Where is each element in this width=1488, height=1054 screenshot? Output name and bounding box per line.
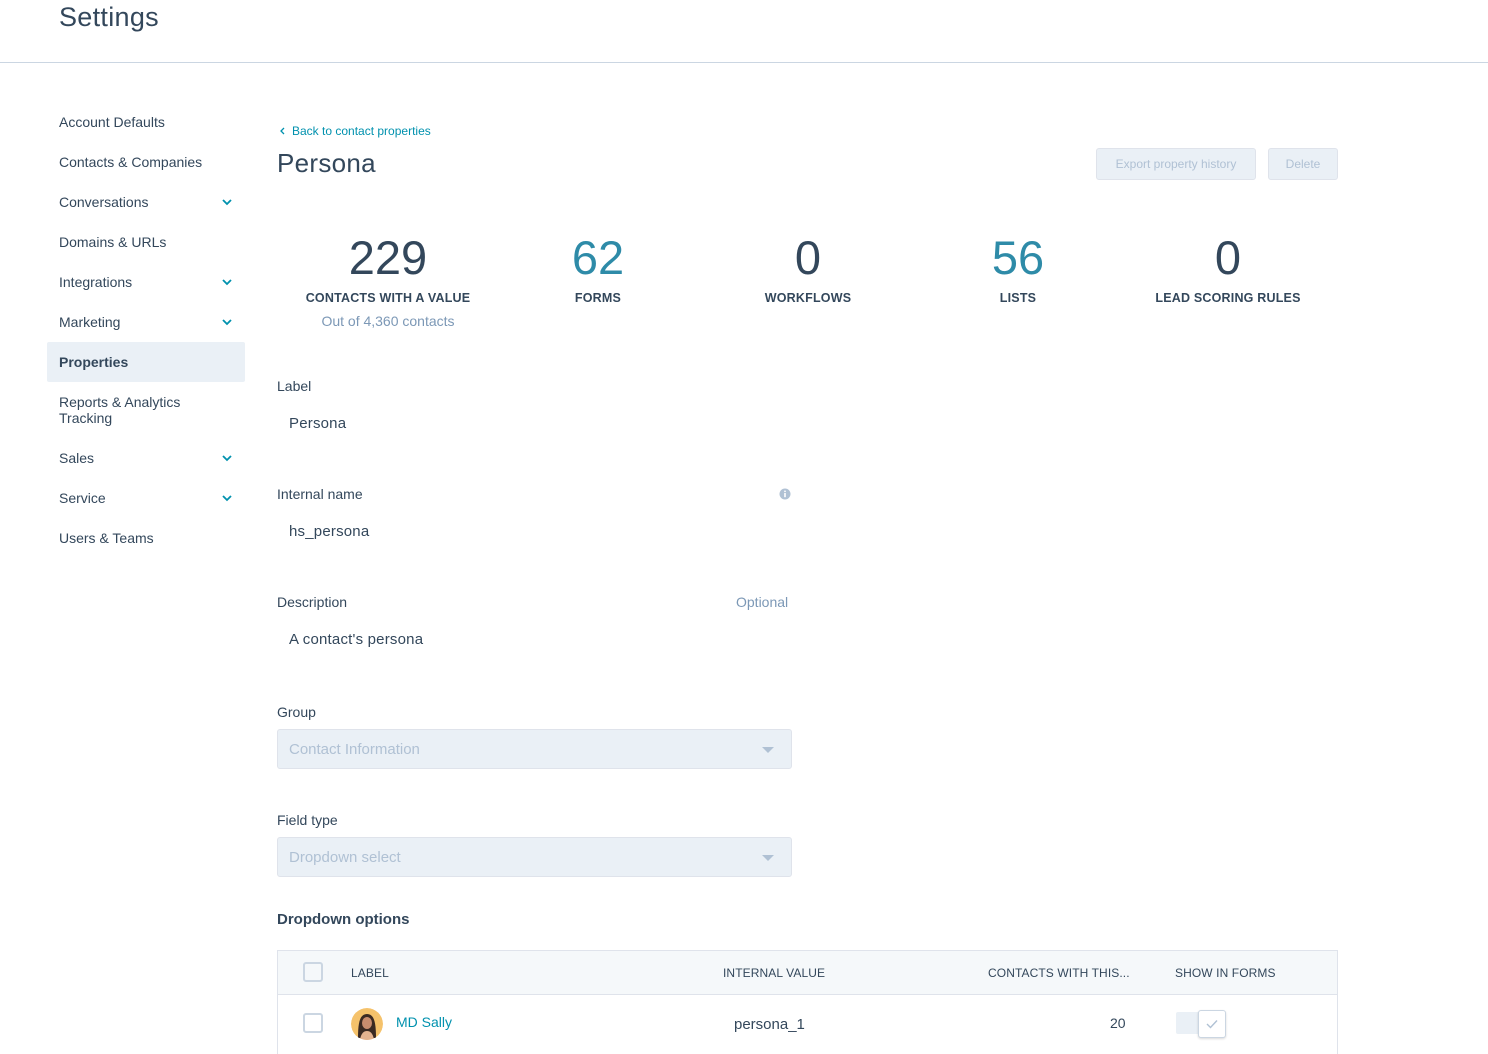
optional-hint: Optional xyxy=(736,594,789,610)
field-type-select-value: Dropdown select xyxy=(289,849,401,866)
checkmark-icon xyxy=(1206,1020,1218,1029)
internal-name-field-value: hs_persona xyxy=(289,523,370,540)
sidebar-item-label-line1: Reports & Analytics xyxy=(59,394,181,410)
stat-label: CONTACTS WITH A VALUE xyxy=(305,291,471,305)
sidebar-item-label: Account Defaults xyxy=(59,114,165,130)
label-field-label: Label xyxy=(277,378,312,394)
avatar xyxy=(351,1008,383,1040)
sidebar-item-domains-urls[interactable]: Domains & URLs xyxy=(47,222,245,262)
show-in-forms-toggle[interactable] xyxy=(1176,1010,1228,1038)
row-checkbox[interactable] xyxy=(303,1013,323,1033)
sidebar-item-account-defaults[interactable]: Account Defaults xyxy=(47,102,245,142)
sidebar-item-conversations[interactable]: Conversations xyxy=(47,182,245,222)
info-icon[interactable] xyxy=(779,488,791,500)
sidebar-item-users-teams[interactable]: Users & Teams xyxy=(47,518,245,558)
column-header-contacts[interactable]: CONTACTS WITH THIS... xyxy=(988,966,1130,980)
sidebar-item-properties[interactable]: Properties xyxy=(47,342,245,382)
sidebar-item-label: Conversations xyxy=(59,194,149,210)
sidebar-item-label: Users & Teams xyxy=(59,530,154,546)
settings-header: Settings xyxy=(0,0,1488,63)
group-select[interactable]: Contact Information xyxy=(277,729,792,769)
dropdown-options-title: Dropdown options xyxy=(277,911,410,928)
chevron-down-icon xyxy=(222,199,232,206)
column-header-show-in-forms[interactable]: SHOW IN FORMS xyxy=(1175,966,1276,980)
sidebar-item-label: Marketing xyxy=(59,314,121,330)
chevron-down-icon xyxy=(222,319,232,326)
chevron-down-icon xyxy=(222,495,232,502)
stat-lists[interactable]: 56 LISTS xyxy=(913,228,1123,305)
dropdown-options-table: LABEL INTERNAL VALUE CONTACTS WITH THIS.… xyxy=(277,950,1338,1054)
sidebar-item-label: Reports & Analytics Tracking xyxy=(59,394,180,426)
stat-label: LEAD SCORING RULES xyxy=(1155,291,1301,305)
stat-workflows: 0 WORKFLOWS xyxy=(703,228,913,305)
sidebar-item-sales[interactable]: Sales xyxy=(47,438,245,478)
chevron-down-icon xyxy=(222,455,232,462)
stat-label: LISTS xyxy=(999,291,1037,305)
stat-label: WORKFLOWS xyxy=(764,291,852,305)
select-all-checkbox[interactable] xyxy=(303,962,323,982)
stat-label: FORMS xyxy=(574,291,622,305)
sidebar-item-label-line2: Tracking xyxy=(59,410,113,426)
page-header-title: Settings xyxy=(59,2,159,32)
description-field-label: Description xyxy=(277,594,348,610)
stat-value: 0 xyxy=(1214,231,1242,284)
group-select-value: Contact Information xyxy=(289,741,420,758)
sidebar-item-service[interactable]: Service xyxy=(47,478,245,518)
column-header-label[interactable]: LABEL xyxy=(351,966,389,980)
caret-down-icon xyxy=(762,855,774,861)
sidebar-item-label: Domains & URLs xyxy=(59,234,167,250)
stat-forms[interactable]: 62 FORMS xyxy=(493,228,703,305)
chevron-down-icon xyxy=(222,279,232,286)
sidebar-item-reports-analytics-tracking[interactable]: Reports & Analytics Tracking xyxy=(47,382,245,438)
column-header-internal-value[interactable]: INTERNAL VALUE xyxy=(723,966,825,980)
sidebar-item-label: Sales xyxy=(59,450,95,466)
option-internal-value: persona_1 xyxy=(734,1016,805,1033)
stat-lead-scoring-rules: 0 LEAD SCORING RULES xyxy=(1123,228,1333,305)
stat-value: 0 xyxy=(794,231,822,284)
sidebar-item-label: Integrations xyxy=(59,274,133,290)
option-label[interactable]: MD Sally xyxy=(396,1014,452,1030)
delete-button[interactable]: Delete xyxy=(1268,148,1338,180)
stat-value[interactable]: 56 xyxy=(913,228,1123,288)
chevron-left-icon xyxy=(280,127,285,135)
sidebar-item-label: Service xyxy=(59,490,106,506)
table-header: LABEL INTERNAL VALUE CONTACTS WITH THIS.… xyxy=(278,951,1337,995)
label-field-value[interactable]: Persona xyxy=(289,415,346,432)
back-to-contact-properties-link[interactable]: Back to contact properties xyxy=(279,124,431,138)
group-field-label: Group xyxy=(277,704,316,720)
sidebar-item-marketing[interactable]: Marketing xyxy=(47,302,245,342)
stat-subtext: Out of 4,360 contacts xyxy=(321,313,455,329)
caret-down-icon xyxy=(762,747,774,753)
stat-contacts-with-value: 229 CONTACTS WITH A VALUE Out of 4,360 c… xyxy=(283,228,493,329)
settings-sidebar: Account Defaults Contacts & Companies Co… xyxy=(47,102,245,558)
sidebar-item-label: Contacts & Companies xyxy=(59,154,203,170)
field-type-field-label: Field type xyxy=(277,812,338,828)
option-contacts-count: 20 xyxy=(1110,1015,1126,1031)
field-type-select[interactable]: Dropdown select xyxy=(277,837,792,877)
back-link-label: Back to contact properties xyxy=(292,124,431,138)
sidebar-item-label: Properties xyxy=(59,354,129,370)
stat-value[interactable]: 62 xyxy=(493,228,703,288)
sidebar-item-integrations[interactable]: Integrations xyxy=(47,262,245,302)
internal-name-field-label: Internal name xyxy=(277,486,363,502)
export-property-history-button[interactable]: Export property history xyxy=(1096,148,1256,180)
property-title: Persona xyxy=(277,148,376,178)
stat-value: 229 xyxy=(348,231,428,284)
sidebar-item-contacts-companies[interactable]: Contacts & Companies xyxy=(47,142,245,182)
toggle-knob xyxy=(1198,1010,1226,1038)
description-field-value[interactable]: A contact's persona xyxy=(289,631,423,648)
